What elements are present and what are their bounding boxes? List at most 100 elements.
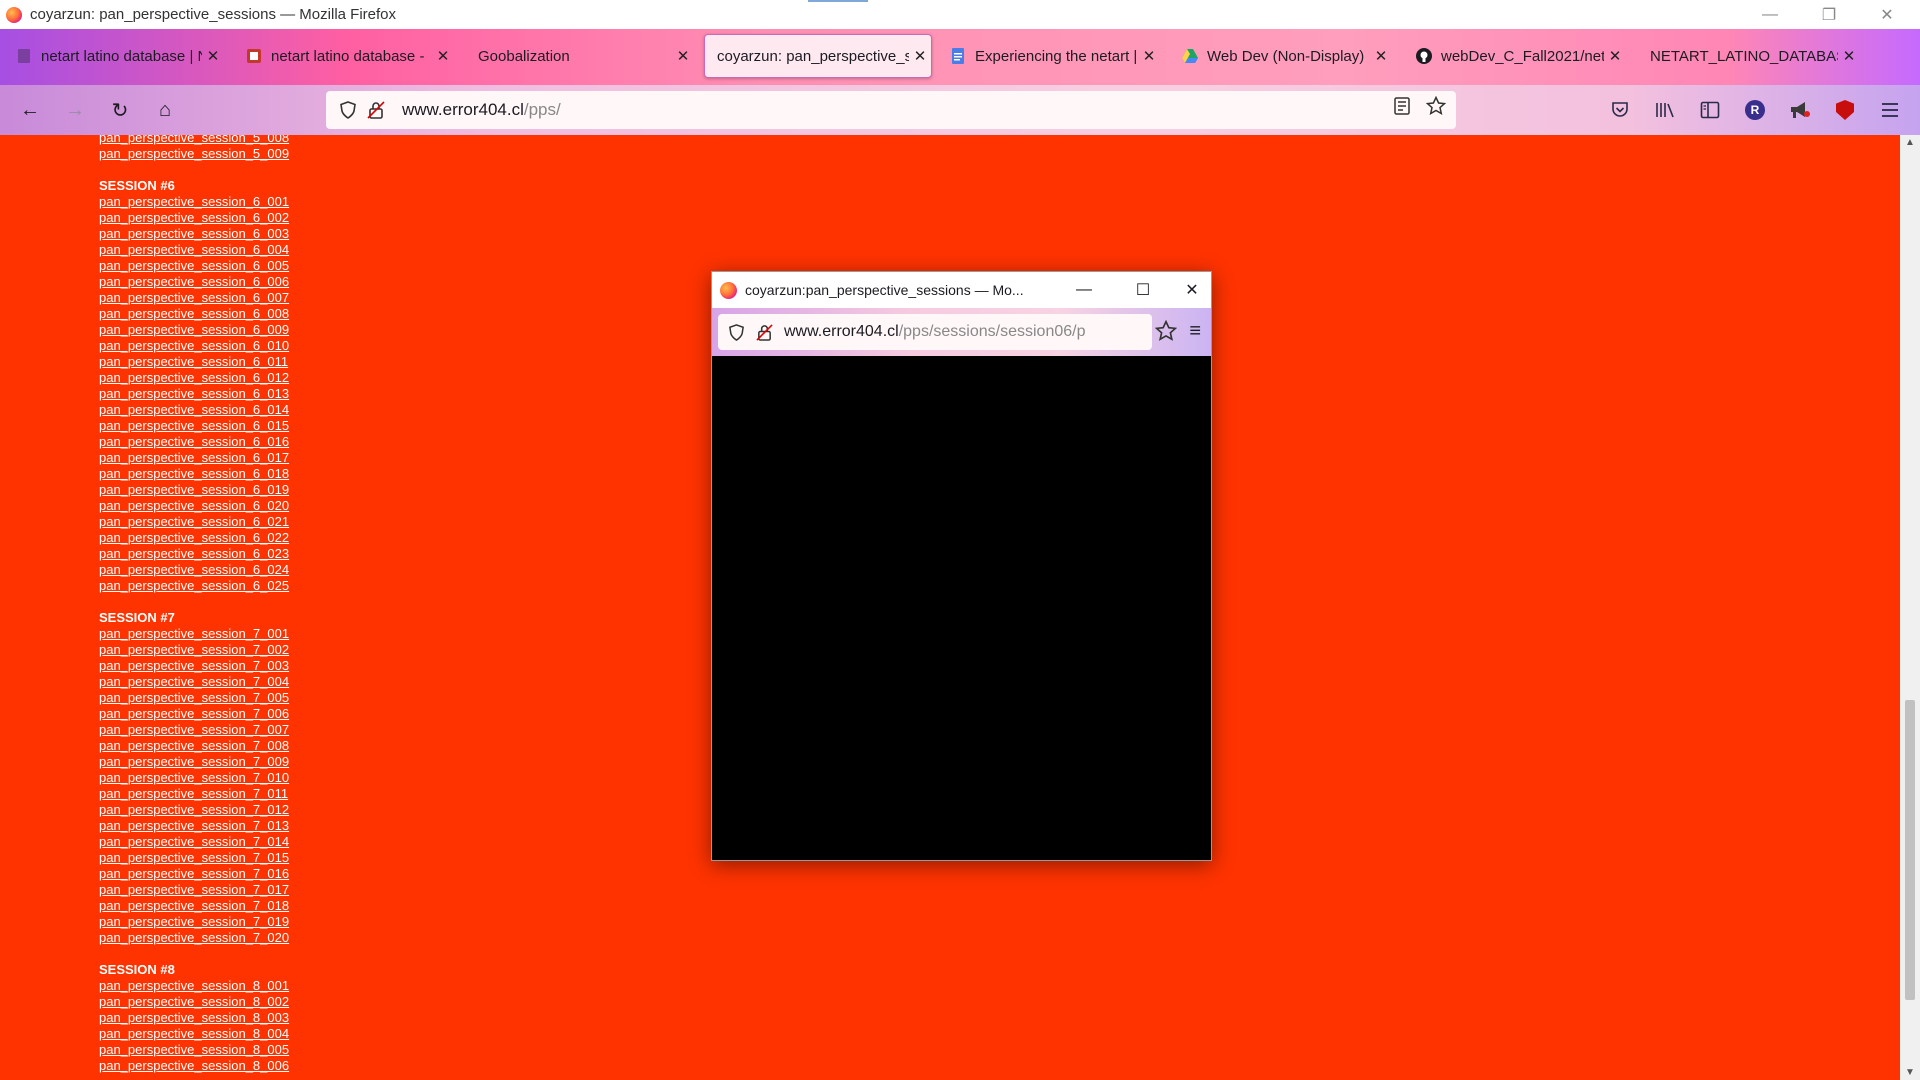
tab-netart-latino-1[interactable]: netart latino database | N ✕: [4, 34, 224, 78]
session-link[interactable]: pan_perspective_session_7_002: [99, 642, 289, 658]
session-link[interactable]: pan_perspective_session_7_019: [99, 914, 289, 930]
session-link[interactable]: pan_perspective_session_7_017: [99, 882, 289, 898]
sidebar-icon[interactable]: [1695, 95, 1725, 125]
session-link[interactable]: pan_perspective_session_6_008: [99, 306, 289, 322]
session-link[interactable]: pan_perspective_session_7_004: [99, 674, 289, 690]
session-link[interactable]: pan_perspective_session_7_016: [99, 866, 289, 882]
tab-close-icon[interactable]: ✕: [202, 47, 224, 65]
bookmark-star-icon[interactable]: [1425, 95, 1447, 121]
connection-lock-icon[interactable]: [362, 96, 390, 124]
popup-minimize-button[interactable]: —: [1064, 272, 1104, 308]
connection-lock-icon[interactable]: [750, 318, 778, 346]
session-link[interactable]: pan_perspective_session_6_007: [99, 290, 289, 306]
reload-button[interactable]: ↻: [105, 95, 135, 125]
session-link[interactable]: pan_perspective_session_7_020: [99, 930, 289, 946]
session-link[interactable]: pan_perspective_session_6_001: [99, 194, 289, 210]
tab-netart-latino-database[interactable]: NETART_LATINO_DATABASE ✕: [1638, 34, 1860, 78]
bookmark-star-icon[interactable]: [1154, 319, 1178, 347]
forward-button[interactable]: →: [60, 95, 90, 125]
session-link[interactable]: pan_perspective_session_8_005: [99, 1042, 289, 1058]
session-link[interactable]: pan_perspective_session_6_015: [99, 418, 289, 434]
session-link[interactable]: pan_perspective_session_6_018: [99, 466, 289, 482]
session-link[interactable]: pan_perspective_session_5_008: [99, 135, 289, 146]
ublock-shield-icon[interactable]: [1830, 95, 1860, 125]
session-link[interactable]: pan_perspective_session_6_010: [99, 338, 289, 354]
session-link[interactable]: pan_perspective_session_6_006: [99, 274, 289, 290]
library-icon[interactable]: [1650, 95, 1680, 125]
tracking-shield-icon[interactable]: [334, 96, 362, 124]
popup-video-area[interactable]: [712, 356, 1211, 860]
session-link[interactable]: pan_perspective_session_6_020: [99, 498, 289, 514]
tracking-shield-icon[interactable]: [722, 318, 750, 346]
session-link[interactable]: pan_perspective_session_8_003: [99, 1010, 289, 1026]
popup-address-url[interactable]: www.error404.cl/pps/sessions/session06/p: [784, 323, 1085, 341]
session-link[interactable]: pan_perspective_session_6_022: [99, 530, 289, 546]
restore-button[interactable]: ❐: [1806, 0, 1852, 29]
megaphone-extension-icon[interactable]: [1785, 95, 1815, 125]
tab-close-icon[interactable]: ✕: [1604, 47, 1626, 65]
pocket-icon[interactable]: [1605, 95, 1635, 125]
popup-maximize-button[interactable]: ☐: [1123, 272, 1163, 308]
session-link[interactable]: pan_perspective_session_7_008: [99, 738, 289, 754]
app-menu-icon[interactable]: [1875, 95, 1905, 125]
session-link[interactable]: pan_perspective_session_6_016: [99, 434, 289, 450]
scrollbar-thumb[interactable]: [1905, 700, 1915, 1000]
session-link[interactable]: pan_perspective_session_6_011: [99, 354, 289, 370]
session-link[interactable]: pan_perspective_session_6_019: [99, 482, 289, 498]
popup-close-button[interactable]: ✕: [1172, 272, 1212, 308]
session-link[interactable]: pan_perspective_session_7_012: [99, 802, 289, 818]
session-link[interactable]: pan_perspective_session_7_001: [99, 626, 289, 642]
session-link[interactable]: pan_perspective_session_6_023: [99, 546, 289, 562]
session-link[interactable]: pan_perspective_session_6_012: [99, 370, 289, 386]
reader-view-icon[interactable]: [1392, 96, 1412, 121]
session-link[interactable]: pan_perspective_session_6_005: [99, 258, 289, 274]
session-link[interactable]: pan_perspective_session_6_014: [99, 402, 289, 418]
back-button[interactable]: ←: [15, 95, 45, 125]
session-link[interactable]: pan_perspective_session_8_006: [99, 1058, 289, 1074]
minimize-button[interactable]: —: [1747, 0, 1793, 29]
session-link[interactable]: pan_perspective_session_8_001: [99, 978, 289, 994]
address-url[interactable]: www.error404.cl/pps/: [402, 100, 561, 120]
session-link[interactable]: pan_perspective_session_6_004: [99, 242, 289, 258]
session-link[interactable]: pan_perspective_session_7_013: [99, 818, 289, 834]
tab-coyarzun-active[interactable]: coyarzun: pan_perspective_se ✕: [704, 34, 932, 78]
tab-close-icon[interactable]: ✕: [1138, 47, 1160, 65]
tab-close-icon[interactable]: ✕: [1838, 47, 1860, 65]
vertical-scrollbar[interactable]: ▲ ▼: [1900, 135, 1920, 1080]
scroll-up-arrow-icon[interactable]: ▲: [1900, 137, 1920, 148]
session-link[interactable]: pan_perspective_session_6_003: [99, 226, 289, 242]
tab-netart-latino-2[interactable]: netart latino database - ✕: [234, 34, 454, 78]
popup-menu-icon[interactable]: ≡: [1189, 320, 1201, 343]
tab-web-dev-drive[interactable]: Web Dev (Non-Display) ✕: [1170, 34, 1392, 78]
session-link[interactable]: pan_perspective_session_7_007: [99, 722, 289, 738]
session-link[interactable]: pan_perspective_session_8_002: [99, 994, 289, 1010]
home-button[interactable]: ⌂: [150, 95, 180, 125]
popup-address-bar[interactable]: www.error404.cl/pps/sessions/session06/p: [718, 314, 1152, 350]
tab-experiencing-netart[interactable]: Experiencing the netart | ✕: [938, 34, 1160, 78]
session-link[interactable]: pan_perspective_session_7_009: [99, 754, 289, 770]
session-link[interactable]: pan_perspective_session_8_004: [99, 1026, 289, 1042]
session-link[interactable]: pan_perspective_session_7_014: [99, 834, 289, 850]
session-link[interactable]: pan_perspective_session_6_017: [99, 450, 289, 466]
session-link[interactable]: pan_perspective_session_5_009: [99, 146, 289, 162]
session-link[interactable]: pan_perspective_session_6_009: [99, 322, 289, 338]
session-link[interactable]: pan_perspective_session_7_018: [99, 898, 289, 914]
popup-window[interactable]: coyarzun:pan_perspective_sessions — Mo..…: [711, 271, 1212, 861]
session-link[interactable]: pan_perspective_session_6_024: [99, 562, 289, 578]
tab-goobalization[interactable]: Goobalization ✕: [466, 34, 694, 78]
account-avatar-icon[interactable]: R: [1740, 95, 1770, 125]
session-link[interactable]: pan_perspective_session_7_011: [99, 786, 289, 802]
tab-webdev-github[interactable]: webDev_C_Fall2021/net ✕: [1404, 34, 1626, 78]
session-link[interactable]: pan_perspective_session_6_013: [99, 386, 289, 402]
session-link[interactable]: pan_perspective_session_7_010: [99, 770, 289, 786]
session-link[interactable]: pan_perspective_session_6_021: [99, 514, 289, 530]
tab-close-icon[interactable]: ✕: [432, 47, 454, 65]
tab-close-icon[interactable]: ✕: [672, 47, 694, 65]
scroll-down-arrow-icon[interactable]: ▼: [1900, 1067, 1920, 1078]
tab-close-icon[interactable]: ✕: [909, 47, 931, 65]
session-link[interactable]: pan_perspective_session_7_003: [99, 658, 289, 674]
session-link[interactable]: pan_perspective_session_7_015: [99, 850, 289, 866]
address-bar[interactable]: www.error404.cl/pps/: [326, 91, 1456, 129]
tab-close-icon[interactable]: ✕: [1370, 47, 1392, 65]
session-link[interactable]: pan_perspective_session_6_002: [99, 210, 289, 226]
